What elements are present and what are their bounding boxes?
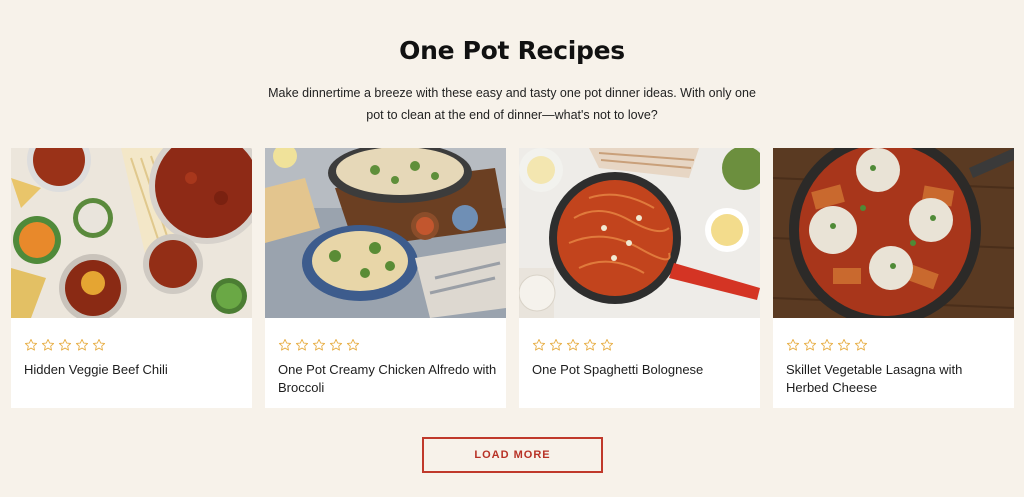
star-outline-icon[interactable] — [786, 338, 800, 352]
star-outline-icon[interactable] — [41, 338, 55, 352]
star-outline-icon[interactable] — [75, 338, 89, 352]
beef-chili-photo[interactable] — [11, 148, 252, 318]
recipe-card[interactable]: One Pot Spaghetti Bolognese — [519, 148, 760, 408]
spaghetti-bolognese-photo[interactable] — [519, 148, 760, 318]
star-outline-icon[interactable] — [820, 338, 834, 352]
recipe-card[interactable]: One Pot Creamy Chicken Alfredo with Broc… — [265, 148, 506, 408]
star-outline-icon[interactable] — [532, 338, 546, 352]
recipe-card[interactable]: Skillet Vegetable Lasagna with Herbed Ch… — [773, 148, 1014, 408]
recipe-title-link[interactable]: One Pot Spaghetti Bolognese — [532, 361, 752, 379]
recipe-title-link[interactable]: One Pot Creamy Chicken Alfredo with Broc… — [278, 361, 498, 397]
star-outline-icon[interactable] — [837, 338, 851, 352]
recipe-title-link[interactable]: Skillet Vegetable Lasagna with Herbed Ch… — [786, 361, 1006, 397]
star-outline-icon[interactable] — [583, 338, 597, 352]
rating-stars[interactable] — [532, 338, 614, 352]
rating-stars[interactable] — [278, 338, 360, 352]
rating-stars[interactable] — [24, 338, 106, 352]
star-outline-icon[interactable] — [58, 338, 72, 352]
star-outline-icon[interactable] — [549, 338, 563, 352]
rating-stars[interactable] — [786, 338, 868, 352]
section-description: Make dinnertime a breeze with these easy… — [268, 86, 756, 122]
star-outline-icon[interactable] — [346, 338, 360, 352]
star-outline-icon[interactable] — [600, 338, 614, 352]
star-outline-icon[interactable] — [312, 338, 326, 352]
chicken-alfredo-photo[interactable] — [265, 148, 506, 318]
star-outline-icon[interactable] — [278, 338, 292, 352]
star-outline-icon[interactable] — [92, 338, 106, 352]
recipes-section: One Pot Recipes Make dinnertime a breeze… — [0, 0, 1024, 497]
recipe-title-link[interactable]: Hidden Veggie Beef Chili — [24, 361, 244, 379]
vegetable-lasagna-photo[interactable] — [773, 148, 1014, 318]
star-outline-icon[interactable] — [295, 338, 309, 352]
recipe-card[interactable]: Hidden Veggie Beef Chili — [11, 148, 252, 408]
page-title: One Pot Recipes — [399, 36, 625, 65]
load-more-button[interactable]: LOAD MORE — [422, 437, 603, 473]
star-outline-icon[interactable] — [329, 338, 343, 352]
star-outline-icon[interactable] — [854, 338, 868, 352]
star-outline-icon[interactable] — [803, 338, 817, 352]
star-outline-icon[interactable] — [566, 338, 580, 352]
star-outline-icon[interactable] — [24, 338, 38, 352]
recipe-card-list: Hidden Veggie Beef Chili One Pot Creamy … — [11, 148, 1014, 408]
